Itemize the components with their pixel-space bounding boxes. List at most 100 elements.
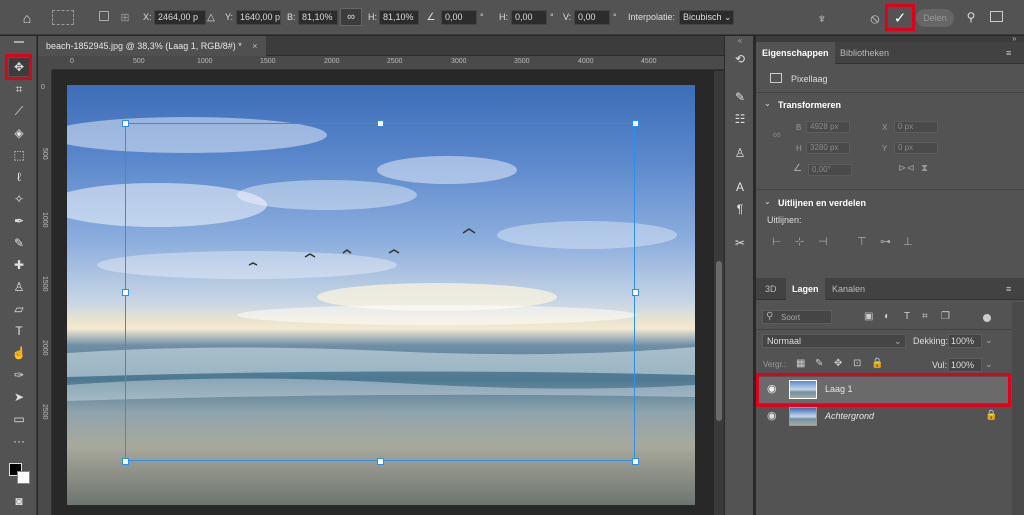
transform-handle[interactable] bbox=[377, 458, 384, 465]
tools-preset-icon[interactable]: ✂ bbox=[731, 234, 749, 252]
align-right-icon[interactable]: ⊣ bbox=[818, 235, 828, 248]
lock-artboard-icon[interactable]: ⊡ bbox=[853, 358, 861, 369]
cancel-transform-icon[interactable]: ⦸ bbox=[866, 9, 884, 27]
type-tool-icon[interactable]: T bbox=[9, 322, 29, 340]
visibility-eye-icon[interactable]: ◉ bbox=[767, 409, 777, 422]
transform-handle[interactable] bbox=[377, 120, 384, 127]
transform-reference-icon[interactable] bbox=[52, 10, 74, 25]
layers-scrollbar[interactable] bbox=[1012, 302, 1024, 515]
link-icon[interactable]: ∞ bbox=[340, 8, 362, 26]
vertical-scrollbar[interactable] bbox=[714, 71, 724, 515]
angle-field[interactable]: 0,00 bbox=[441, 10, 477, 25]
w-field[interactable]: 4928 px bbox=[806, 121, 850, 133]
link-dimensions-icon[interactable]: ∞ bbox=[773, 129, 781, 141]
transform-handle[interactable] bbox=[122, 289, 129, 296]
dock-collapse-icon[interactable]: « bbox=[729, 36, 751, 46]
skew-h-field[interactable]: 0,00 bbox=[511, 10, 547, 25]
tab-lagen[interactable]: Lagen bbox=[786, 278, 825, 300]
layer-filter-select[interactable]: ⚲ Soort bbox=[762, 310, 832, 324]
filter-pixel-icon[interactable]: ▣ bbox=[864, 311, 873, 322]
delta-icon[interactable]: △ bbox=[204, 10, 218, 24]
skew-v-field[interactable]: 0,00 bbox=[574, 10, 610, 25]
layer-name[interactable]: Achtergrond bbox=[825, 411, 874, 421]
transform-section-title[interactable]: Transformeren bbox=[778, 100, 1024, 110]
brush-tool-icon[interactable]: ✎ bbox=[9, 234, 29, 252]
more-tools-icon[interactable]: ··· bbox=[9, 432, 29, 450]
scrollbar-thumb[interactable] bbox=[716, 261, 722, 421]
marquee-tool-icon[interactable]: ⬚ bbox=[9, 146, 29, 164]
document-tab[interactable]: beach-1852945.jpg @ 38,3% (Laag 1, RGB/8… bbox=[38, 36, 266, 56]
smudge-tool-icon[interactable]: ☝ bbox=[9, 344, 29, 362]
quick-mask-icon[interactable]: ◙ bbox=[9, 492, 29, 510]
height-field[interactable]: 81,10% bbox=[379, 10, 419, 25]
align-bottom-icon[interactable]: ⊥ bbox=[903, 235, 913, 248]
lock-position-icon[interactable]: ✥ bbox=[834, 358, 842, 369]
align-center-h-icon[interactable]: ⊹ bbox=[795, 235, 804, 248]
lasso-tool-icon[interactable]: ℓ bbox=[9, 168, 29, 186]
align-left-icon[interactable]: ⊢ bbox=[772, 235, 782, 248]
filter-toggle-icon[interactable] bbox=[983, 314, 991, 322]
shape-tool-icon[interactable]: ▭ bbox=[9, 410, 29, 428]
background-color-swatch[interactable] bbox=[17, 471, 30, 484]
lock-transparent-icon[interactable]: ▦ bbox=[796, 358, 805, 369]
transform-bounding-box[interactable] bbox=[125, 123, 635, 461]
vertical-ruler[interactable]: 0 500 1000 1500 2000 2500 bbox=[38, 70, 52, 515]
brush-settings-icon[interactable]: ✎ bbox=[731, 88, 749, 106]
clone-source-icon[interactable]: ♙ bbox=[731, 144, 749, 162]
close-icon[interactable]: × bbox=[252, 41, 257, 51]
horizontal-ruler[interactable]: 0 500 1000 1500 2000 2500 3000 3500 4000… bbox=[52, 56, 724, 70]
home-icon[interactable]: ⌂ bbox=[18, 9, 36, 27]
transform-handle[interactable] bbox=[632, 289, 639, 296]
y-field[interactable]: 0 px bbox=[894, 142, 938, 154]
reference-grid-icon[interactable]: ⊞ bbox=[117, 9, 133, 25]
flip-vertical-icon[interactable]: ⧗ bbox=[921, 163, 928, 174]
lock-all-icon[interactable]: 🔒 bbox=[871, 358, 883, 369]
reference-point-checkbox[interactable] bbox=[99, 11, 109, 21]
interpolation-select[interactable]: Bicubisch ⌄ bbox=[679, 10, 734, 25]
lock-pixels-icon[interactable]: ✎ bbox=[815, 358, 823, 369]
commit-checkmark-icon[interactable]: ✓ bbox=[891, 9, 909, 27]
width-field[interactable]: 81,10% bbox=[298, 10, 338, 25]
fill-field[interactable]: 100% bbox=[948, 358, 982, 372]
workspace-icon[interactable] bbox=[990, 11, 1003, 22]
transform-handle[interactable] bbox=[122, 120, 129, 127]
tab-eigenschappen[interactable]: Eigenschappen bbox=[756, 42, 835, 64]
adjustments-icon[interactable]: ☷ bbox=[731, 110, 749, 128]
search-icon[interactable]: ⚲ bbox=[963, 9, 979, 25]
tab-kanalen[interactable]: Kanalen bbox=[826, 278, 871, 300]
chevron-down-icon[interactable]: ⌄ bbox=[764, 197, 771, 206]
layer-row-achtergrond[interactable]: ◉ Achtergrond 🔒 bbox=[759, 404, 1009, 430]
direct-select-tool-icon[interactable]: ➤ bbox=[9, 388, 29, 406]
history-icon[interactable]: ⟲ bbox=[731, 50, 749, 68]
magic-wand-tool-icon[interactable]: ✧ bbox=[9, 190, 29, 208]
share-button[interactable]: Delen bbox=[916, 9, 954, 27]
transform-handle[interactable] bbox=[632, 120, 639, 127]
pen-tool-icon[interactable]: ✒ bbox=[9, 212, 29, 230]
panel-menu-icon[interactable]: ≡ bbox=[1006, 284, 1011, 294]
stamp-tool-icon[interactable]: ♙ bbox=[9, 278, 29, 296]
align-section-title[interactable]: Uitlijnen en verdelen bbox=[778, 198, 1024, 208]
healing-tool-icon[interactable]: ✚ bbox=[9, 256, 29, 274]
filter-smart-icon[interactable]: ❐ bbox=[941, 311, 950, 322]
warp-icon[interactable]: ♆ bbox=[813, 9, 831, 27]
h-field[interactable]: 3280 px bbox=[806, 142, 850, 154]
flip-horizontal-icon[interactable]: ⊳⊲ bbox=[898, 163, 915, 174]
y-field[interactable]: 1640,00 p bbox=[236, 10, 281, 25]
transform-handle[interactable] bbox=[632, 458, 639, 465]
tab-3d[interactable]: 3D bbox=[759, 278, 783, 300]
filter-adjustment-icon[interactable]: ◐ bbox=[884, 311, 890, 322]
tab-bibliotheken[interactable]: Bibliotheken bbox=[834, 42, 895, 64]
filter-shape-icon[interactable]: ⌗ bbox=[922, 311, 928, 322]
eraser-tool-icon[interactable]: ▱ bbox=[9, 300, 29, 318]
filter-type-icon[interactable]: T bbox=[904, 311, 910, 322]
chevron-down-icon[interactable]: ⌄ bbox=[985, 359, 993, 370]
chevron-down-icon[interactable]: ⌄ bbox=[985, 335, 993, 346]
align-top-icon[interactable]: ⊤ bbox=[857, 235, 867, 248]
align-center-v-icon[interactable]: ⊶ bbox=[880, 235, 891, 248]
paragraph-icon[interactable]: ¶ bbox=[731, 200, 749, 218]
chevron-down-icon[interactable]: ⌄ bbox=[764, 99, 771, 108]
crop-tool-icon[interactable]: ⌗ bbox=[9, 80, 29, 98]
eyedropper-tool-icon[interactable]: ⟋ bbox=[9, 102, 29, 120]
move-tool-icon[interactable]: ✥ bbox=[9, 58, 29, 76]
opacity-field[interactable]: 100% bbox=[948, 334, 982, 348]
